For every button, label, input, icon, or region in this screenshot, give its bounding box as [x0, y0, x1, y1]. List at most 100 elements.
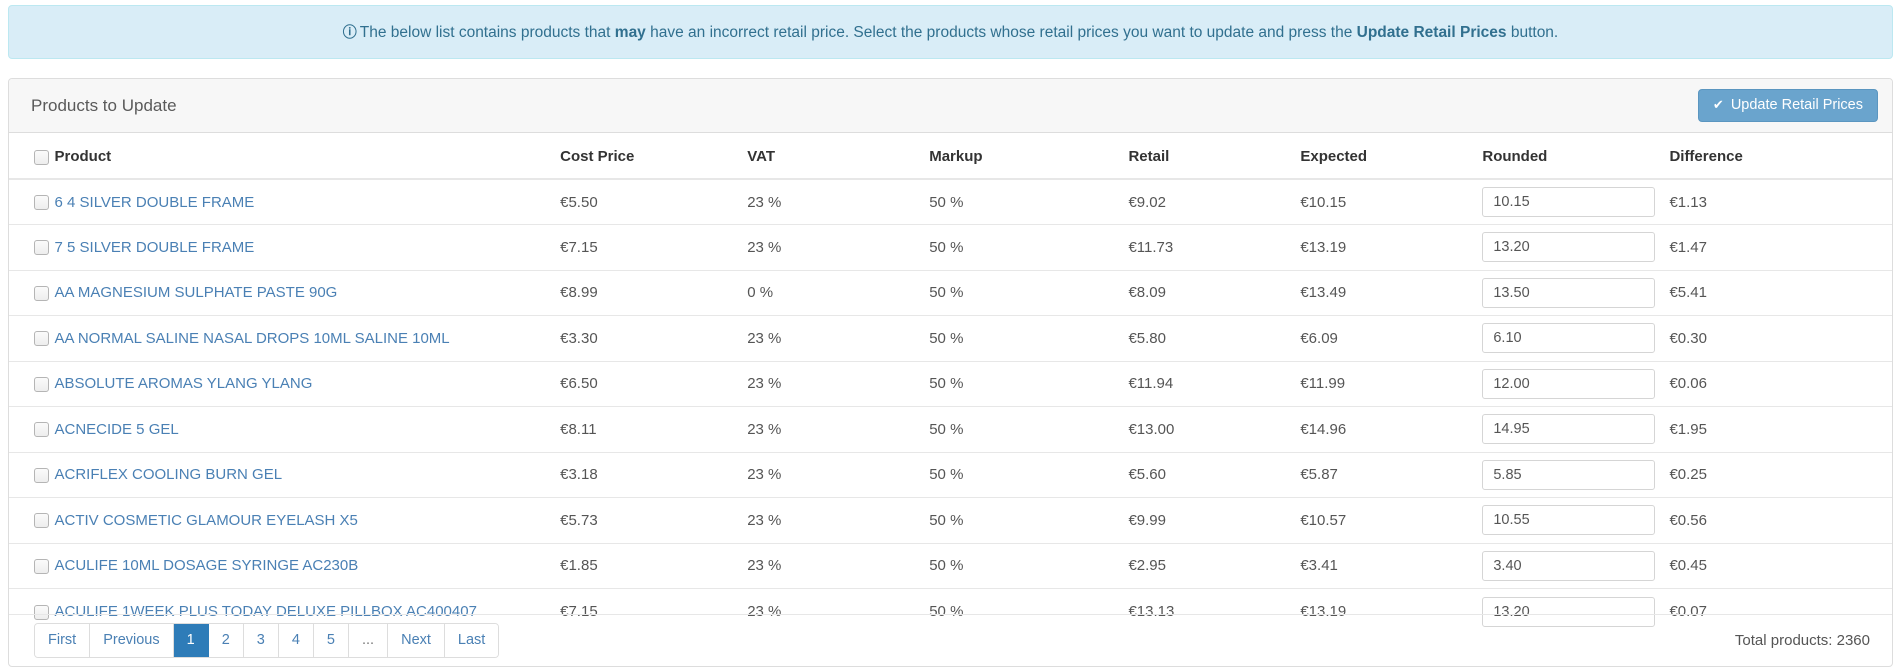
- difference-cell: €1.95: [1669, 406, 1892, 452]
- column-header-rounded[interactable]: Rounded: [1482, 133, 1670, 180]
- pagination-item-previous[interactable]: Previous: [90, 623, 174, 657]
- table-row: 6 4 SILVER DOUBLE FRAME €5.50 23 % 50 % €9.0…: [9, 179, 1892, 225]
- column-header-retail[interactable]: Retail: [1128, 133, 1301, 180]
- cost-price-cell: €7.15: [560, 224, 748, 270]
- row-select-cell: [9, 224, 55, 270]
- row-checkbox[interactable]: [34, 331, 49, 347]
- table-row: 7 5 SILVER DOUBLE FRAME €7.15 23 % 50 % €11.…: [9, 224, 1892, 270]
- select-all-checkbox[interactable]: [34, 149, 49, 165]
- info-circle-icon: ⓘ: [342, 25, 357, 41]
- total-products-label: Total products: 2360: [1734, 632, 1870, 649]
- markup-cell: 50 %: [929, 193, 964, 211]
- expected-cell: €13.19: [1300, 224, 1483, 270]
- rounded-cell: [1482, 179, 1669, 225]
- rounded-price-input[interactable]: [1482, 505, 1656, 536]
- expected-cell: €13.49: [1300, 269, 1483, 316]
- select-all-header: [9, 133, 55, 180]
- row-select-cell: [9, 269, 55, 316]
- retail-cell: €5.60: [1128, 451, 1301, 498]
- product-link[interactable]: 7 5 SILVER DOUBLE FRAME: [55, 239, 255, 256]
- table-row: ACNECIDE 5 GEL €8.1123 %50 %€13.00€14.96 €…: [9, 406, 1892, 452]
- retail-cell: €2.95: [1128, 542, 1301, 589]
- rounded-price-input[interactable]: [1482, 187, 1656, 217]
- column-header-difference[interactable]: Difference: [1669, 133, 1892, 180]
- product-link[interactable]: AA NORMAL SALINE NASAL DROPS 10ML SALINE…: [55, 330, 450, 347]
- markup-cell: 50 %: [929, 451, 1129, 498]
- rounded-cell: [1482, 451, 1670, 498]
- expected-cell: €14.96: [1300, 406, 1483, 452]
- pagination-item-3[interactable]: 3: [243, 623, 279, 657]
- rounded-cell: [1482, 269, 1670, 316]
- row-select-cell: [9, 451, 55, 498]
- rounded-price-input[interactable]: [1482, 414, 1656, 445]
- rounded-price-input[interactable]: [1482, 550, 1656, 581]
- row-checkbox[interactable]: [34, 513, 49, 529]
- column-header-product[interactable]: Product: [54, 133, 561, 180]
- cost-price-cell: €3.18: [560, 451, 748, 498]
- row-checkbox[interactable]: [34, 558, 49, 574]
- pagination-item-1[interactable]: 1: [173, 623, 209, 657]
- rounded-price-input[interactable]: [1482, 277, 1656, 308]
- difference-cell: €0.30: [1669, 315, 1892, 361]
- table-row: ACULIFE 10ML DOSAGE SYRINGE AC230B €1.85 2…: [9, 542, 1892, 589]
- row-select-cell: [9, 542, 55, 589]
- column-header-markup[interactable]: Markup: [929, 133, 1129, 180]
- product-link[interactable]: ACULIFE 10ML DOSAGE SYRINGE AC230B: [55, 557, 359, 574]
- markup-cell: 50 %: [929, 406, 1129, 452]
- table-row: ACRIFLEX COOLING BURN GEL €3.18 23 % 50 % €5…: [9, 451, 1892, 498]
- difference-cell: €0.56: [1669, 497, 1892, 543]
- rounded-price-input[interactable]: [1482, 459, 1656, 490]
- alert-text-part-3: button.: [1506, 24, 1559, 41]
- difference-cell: €0.06: [1669, 360, 1892, 407]
- rounded-price-input[interactable]: [1482, 323, 1656, 354]
- expected-cell: €6.09: [1300, 315, 1483, 361]
- panel-footer: First Previous 1 2 3 4 5... Next Last Total prod…: [9, 614, 1892, 666]
- product-link[interactable]: ABSOLUTE AROMAS YLANG YLANG: [55, 375, 313, 392]
- page-title: Products to Update: [31, 95, 177, 115]
- row-checkbox[interactable]: [34, 467, 49, 483]
- column-header-cost-price[interactable]: Cost Price: [560, 133, 748, 180]
- row-checkbox[interactable]: [34, 285, 49, 301]
- product-link[interactable]: ACRIFLEX COOLING BURN GEL: [55, 466, 283, 483]
- alert-emphasis-update-retail-prices: Update Retail Prices: [1356, 24, 1507, 41]
- column-header-vat[interactable]: VAT: [747, 133, 930, 180]
- update-retail-prices-button[interactable]: ✔ Update Retail Prices: [1697, 89, 1878, 122]
- retail-cell: €8.09: [1128, 269, 1301, 316]
- row-checkbox[interactable]: [34, 422, 49, 438]
- pagination-item-last[interactable]: Last: [444, 623, 499, 657]
- table-row: ABSOLUTE AROMAS YLANG YLANG €6.50 23 % 50 %…: [9, 360, 1892, 407]
- row-checkbox[interactable]: [34, 240, 49, 256]
- product-link[interactable]: AA MAGNESIUM SULPHATE PASTE 90G: [55, 284, 338, 301]
- product-cell: ACRIFLEX COOLING BURN GEL: [54, 451, 561, 498]
- cost-price-cell: €1.85: [560, 542, 748, 589]
- product-link[interactable]: ACNECIDE 5 GEL: [55, 421, 179, 438]
- products-table: Product Cost Price VAT Markup Retail Exp…: [9, 133, 1892, 634]
- row-select-cell: [9, 315, 55, 361]
- product-link[interactable]: 6 4 SILVER DOUBLE FRAME: [55, 194, 255, 211]
- pagination-item-4[interactable]: 4: [278, 623, 314, 657]
- pagination-item-next[interactable]: Next: [388, 623, 445, 657]
- info-alert: ⓘ The below list contains products that m…: [8, 5, 1893, 59]
- row-checkbox[interactable]: [34, 376, 49, 392]
- rounded-price-input[interactable]: [1482, 232, 1656, 263]
- difference-cell: €0.25: [1669, 451, 1892, 498]
- pagination: First Previous 1 2 3 4 5... Next Last: [34, 622, 500, 658]
- markup-cell: 50 %: [929, 542, 1129, 589]
- expected-cell: €11.99: [1300, 360, 1483, 407]
- pagination-item-5[interactable]: 5: [313, 623, 349, 657]
- product-link[interactable]: ACTIV COSMETIC GLAMOUR EYELASH X5: [55, 512, 358, 529]
- vat-cell: 23 %: [747, 406, 930, 452]
- pagination-item-2[interactable]: 2: [208, 623, 244, 657]
- cost-price-cell: €8.11: [560, 406, 748, 452]
- column-header-expected[interactable]: Expected: [1300, 133, 1483, 180]
- row-checkbox[interactable]: [34, 195, 49, 211]
- pagination-item-first[interactable]: First: [35, 623, 91, 657]
- retail-cell: €9.02: [1128, 193, 1166, 211]
- row-select-cell: [9, 179, 55, 225]
- product-cell: ACTIV COSMETIC GLAMOUR EYELASH X5: [54, 497, 561, 543]
- markup-cell: 50 %: [929, 315, 1129, 361]
- rounded-price-input[interactable]: [1482, 368, 1656, 399]
- markup-cell: 50 %: [929, 269, 1129, 316]
- rounded-cell: [1482, 360, 1670, 407]
- cost-price-cell: €3.30: [560, 315, 748, 361]
